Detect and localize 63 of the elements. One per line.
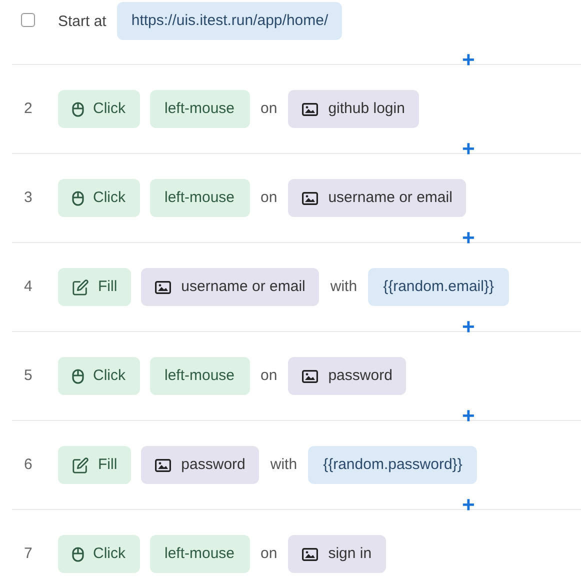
action-chip[interactable]: Fill	[58, 446, 132, 484]
action-label: Fill	[98, 276, 118, 297]
connector-word: with	[329, 276, 358, 297]
image-icon	[302, 102, 318, 116]
image-icon	[302, 192, 318, 204]
element-label: sign in	[328, 544, 372, 564]
element-label: password	[181, 454, 246, 475]
element-label: github login	[328, 98, 405, 119]
action-chip[interactable]: Click	[58, 535, 140, 573]
add-step-button[interactable]: +	[462, 494, 475, 516]
mouse-icon	[72, 190, 84, 206]
start-label: Start at	[58, 12, 106, 32]
image-icon	[302, 548, 318, 560]
action-chip[interactable]: Click	[58, 179, 140, 217]
image-icon	[302, 370, 318, 382]
image-icon	[155, 280, 172, 294]
element-chip[interactable]: sign in	[288, 535, 386, 573]
value-chip[interactable]: {{random.email}}	[368, 268, 509, 306]
connector-word: on	[260, 98, 278, 119]
step-number: 5	[23, 366, 34, 386]
element-chip[interactable]: password	[141, 446, 260, 484]
mouse-icon	[72, 546, 84, 562]
step-number: 7	[23, 544, 34, 564]
add-step-button[interactable]: +	[462, 138, 475, 160]
element-label: password	[328, 366, 392, 386]
action-tag[interactable]: left-mouse	[150, 179, 250, 217]
mouse-icon	[72, 368, 84, 384]
action-tag[interactable]: left-mouse	[150, 90, 250, 128]
add-step-button[interactable]: +	[462, 316, 475, 338]
connector-word: on	[260, 188, 278, 208]
element-chip[interactable]: password	[288, 357, 406, 395]
step-number: 3	[23, 188, 34, 208]
step-number: 2	[23, 98, 34, 119]
image-icon	[155, 458, 172, 472]
action-tag[interactable]: left-mouse	[150, 357, 250, 395]
element-chip[interactable]: github login	[288, 90, 419, 128]
connector-word: with	[269, 454, 298, 475]
add-step-button[interactable]: +	[462, 49, 475, 71]
connector-word: on	[260, 366, 278, 386]
action-label: Click	[93, 188, 126, 208]
url-chip[interactable]: https://uis.itest.run/app/home/	[117, 2, 342, 40]
step-number: 6	[23, 454, 34, 475]
connector-word: on	[260, 544, 278, 564]
value-chip[interactable]: {{random.password}}	[308, 446, 478, 484]
element-label: username or email	[181, 276, 306, 297]
action-chip[interactable]: Fill	[58, 268, 132, 306]
action-label: Click	[93, 366, 126, 386]
edit-icon	[72, 456, 89, 474]
action-tag[interactable]: left-mouse	[150, 535, 250, 573]
step-number: 4	[23, 276, 34, 297]
action-label: Click	[93, 544, 126, 564]
mouse-icon	[72, 102, 84, 116]
add-step-button[interactable]: +	[462, 405, 475, 427]
action-label: Fill	[98, 454, 118, 475]
action-chip[interactable]: Click	[58, 90, 140, 128]
edit-icon	[72, 278, 89, 296]
element-label: username or email	[328, 188, 452, 208]
checkbox[interactable]	[21, 13, 35, 27]
element-chip[interactable]: username or email	[288, 179, 466, 217]
element-chip[interactable]: username or email	[141, 268, 320, 306]
action-label: Click	[93, 98, 126, 119]
action-chip[interactable]: Click	[58, 357, 140, 395]
add-step-button[interactable]: +	[462, 227, 475, 249]
